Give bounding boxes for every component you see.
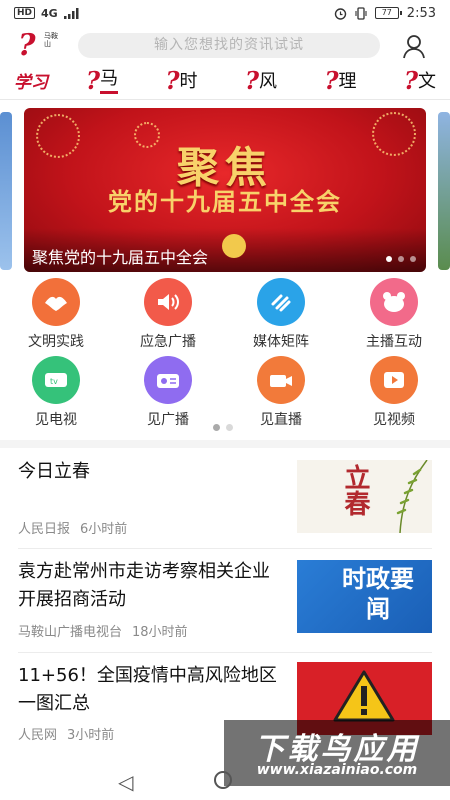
party-emblem-icon — [222, 234, 246, 258]
news-source: 人民网 — [18, 728, 58, 743]
tab-label: 文 — [418, 71, 436, 92]
home-icon[interactable] — [214, 771, 232, 789]
tab-li[interactable]: ? 理 — [324, 64, 356, 94]
section-gap — [0, 440, 450, 448]
tab-label: 风 — [259, 71, 278, 92]
clock: 2:53 — [406, 5, 436, 21]
search-input[interactable]: 输入您想找的资讯试试 — [78, 33, 380, 58]
carousel-dot — [398, 256, 404, 262]
news-time: 6小时前 — [80, 522, 128, 537]
news-title: 今日立春 — [18, 461, 90, 482]
logo-learn-text: 学习 — [14, 73, 48, 93]
grid-item-video[interactable]: 见视频 — [349, 356, 439, 429]
news-meta: 马鞍山广播电视台 18小时前 — [18, 621, 188, 640]
category-tabs: ? 马 ? 时 ? 风 ? 理 ? 文 — [86, 64, 450, 98]
news-source: 人民日报 — [18, 522, 71, 537]
grid-pager — [213, 424, 233, 431]
tab-feng[interactable]: ? 风 — [245, 64, 277, 94]
grid-label: 应急广播 — [140, 334, 196, 350]
signal-icon — [63, 7, 79, 19]
news-item[interactable]: 今日立春 人民日报 6小时前 立春 — [18, 458, 432, 542]
grid-label: 见广播 — [147, 412, 189, 428]
matrix-icon — [257, 278, 305, 326]
carousel-next-card[interactable] — [438, 112, 450, 270]
grid-item-civilization[interactable]: 文明实践 — [11, 278, 101, 351]
network-badge: HD — [14, 7, 36, 19]
speaker-icon — [144, 278, 192, 326]
system-nav-bar: ◁ — [0, 762, 450, 800]
tab-mark: ? — [244, 66, 260, 95]
battery-indicator: 77 — [374, 7, 402, 19]
grid-label: 主播互动 — [366, 334, 422, 350]
pager-dot[interactable] — [213, 424, 220, 431]
news-item[interactable]: 袁方赴常州市走访考察相关企业开展招商活动 马鞍山广播电视台 18小时前 时政要闻 — [18, 558, 432, 646]
news-thumbnail: 立春 — [297, 460, 432, 533]
tab-mark: ? — [86, 66, 101, 95]
tab-label: 时 — [179, 71, 198, 92]
alarm-icon — [334, 7, 346, 20]
grid-label: 文明实践 — [28, 334, 84, 350]
tab-mark: ? — [165, 66, 180, 95]
tab-shi[interactable]: ? 时 — [165, 64, 197, 94]
carousel-dot — [386, 256, 392, 262]
banner-carousel[interactable]: 聚焦 党的十九届五中全会 聚焦党的十九届五中全会 — [24, 108, 426, 272]
news-title: 袁方赴常州市走访考察相关企业开展招商活动 — [18, 561, 270, 610]
logo-mark: ? — [18, 28, 36, 63]
banner-subheadline: 党的十九届五中全会 — [108, 187, 342, 216]
news-separator — [18, 652, 432, 653]
back-icon[interactable]: ◁ — [118, 770, 133, 794]
news-meta: 人民网 3小时前 — [18, 724, 114, 743]
news-meta: 人民日报 6小时前 — [18, 518, 127, 537]
news-time: 18小时前 — [132, 625, 188, 640]
hands-icon — [32, 278, 80, 326]
bear-icon — [370, 278, 418, 326]
tab-ma[interactable]: ? 马 — [86, 64, 119, 95]
grid-item-tv[interactable]: tv 见电视 — [11, 356, 101, 429]
grid-item-emergency-broadcast[interactable]: 应急广播 — [123, 278, 213, 351]
pager-dot[interactable] — [226, 424, 233, 431]
news-title: 11+56！全国疫情中高风险地区一图汇总 — [18, 665, 277, 714]
grid-label: 见电视 — [35, 412, 77, 428]
grid-item-host-interaction[interactable]: 主播互动 — [349, 278, 439, 351]
grid-item-live[interactable]: 见直播 — [236, 356, 326, 429]
logo-city: 马鞍山 — [44, 32, 58, 48]
carousel-dots — [386, 256, 416, 262]
tab-mark: ? — [324, 66, 339, 95]
grid-label: 媒体矩阵 — [253, 334, 309, 350]
svg-text:tv: tv — [50, 377, 58, 386]
thumbnail-text: 立春 — [340, 464, 370, 516]
tab-label: 马 — [100, 67, 119, 94]
vibrate-icon — [355, 6, 367, 20]
carousel-prev-card[interactable] — [0, 112, 12, 270]
grid-label: 见直播 — [260, 412, 302, 428]
banner-caption: 聚焦党的十九届五中全会 — [32, 248, 209, 267]
grid-label: 见视频 — [373, 412, 415, 428]
radio-icon — [144, 356, 192, 404]
news-time: 3小时前 — [67, 728, 115, 743]
tv-icon: tv — [32, 356, 80, 404]
news-source: 马鞍山广播电视台 — [18, 625, 123, 640]
camera-icon — [257, 356, 305, 404]
news-separator — [18, 548, 432, 549]
user-icon[interactable] — [400, 32, 428, 60]
news-thumbnail: 时政要闻 — [297, 560, 432, 633]
grid-item-radio[interactable]: 见广播 — [123, 356, 213, 429]
thumbnail-text: 时政要闻 — [342, 565, 414, 623]
play-icon — [370, 356, 418, 404]
grid-item-media-matrix[interactable]: 媒体矩阵 — [236, 278, 326, 351]
header-divider — [0, 99, 450, 100]
tab-wen[interactable]: ? 文 — [404, 64, 436, 94]
warning-icon — [333, 670, 395, 722]
status-bar: HD 4G 77 2:53 — [0, 0, 450, 26]
tab-label: 理 — [338, 71, 357, 92]
tab-mark: ? — [403, 66, 418, 95]
signal-indicator: 4G — [41, 6, 58, 20]
carousel-dot — [410, 256, 416, 262]
app-logo[interactable]: ? 马鞍山 学习 — [14, 28, 66, 93]
willow-branch-icon — [396, 460, 428, 533]
